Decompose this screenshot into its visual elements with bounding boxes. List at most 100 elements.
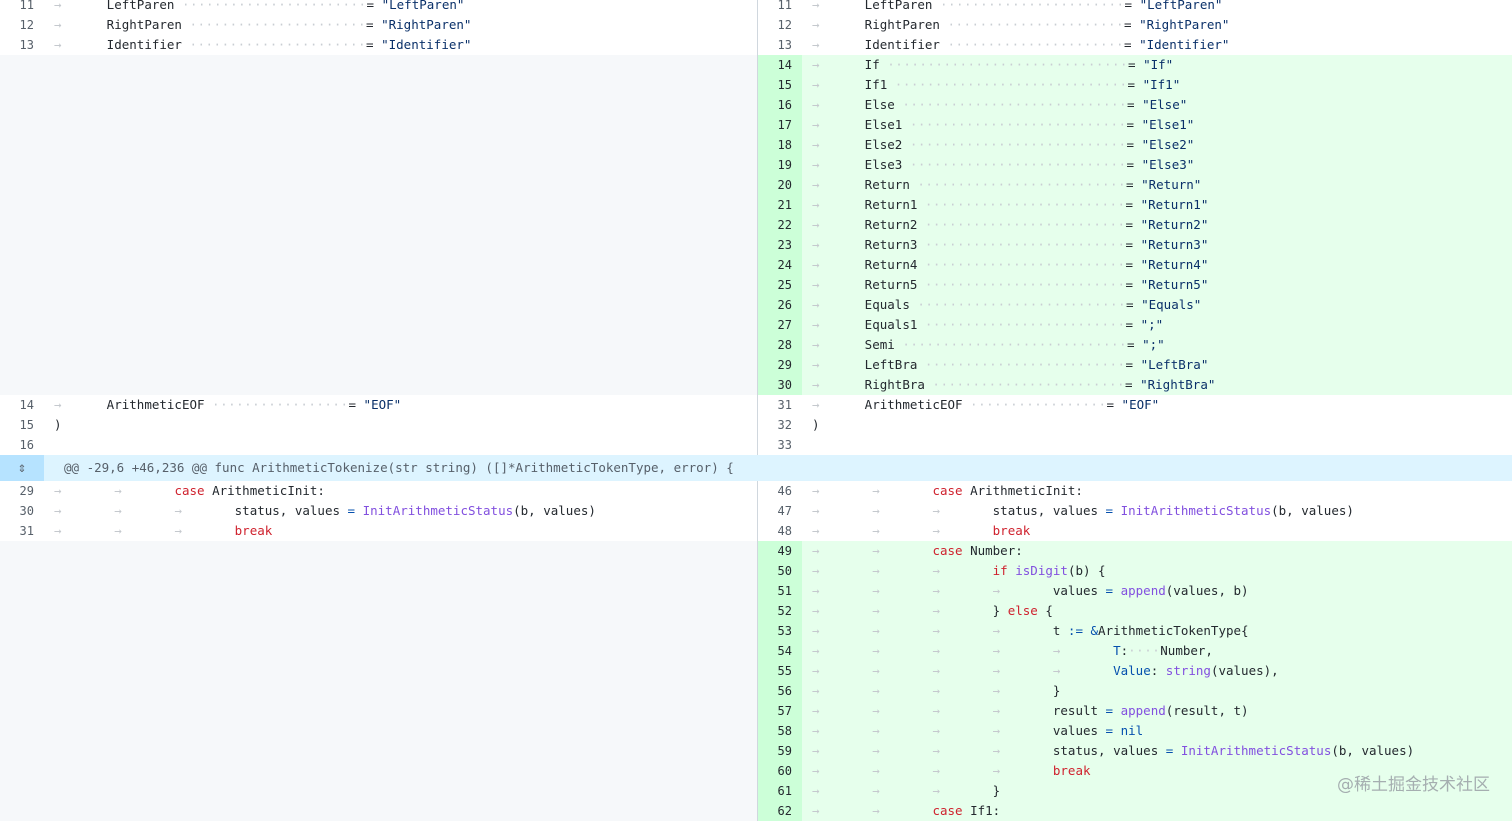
line-number[interactable]: 26 (758, 295, 802, 315)
code-token: Return (819, 177, 918, 192)
diff-row: 57 → → → → result = append(result, t) (0, 701, 1512, 721)
diff-row: 27 → Equals1 ·························= "… (0, 315, 1512, 335)
line-number[interactable]: 28 (758, 335, 802, 355)
line-number[interactable]: 46 (758, 481, 802, 501)
code-token: Equals (819, 297, 918, 312)
line-number[interactable]: 25 (758, 275, 802, 295)
line-number[interactable]: 12 (0, 15, 44, 35)
line-number[interactable]: 12 (758, 15, 802, 35)
right-code-cell: 14 → If ······························= "… (758, 55, 1512, 75)
right-code-cell: 12 → RightParen ······················= "… (758, 15, 1512, 35)
code-token: = (1127, 97, 1143, 112)
code-token: = (1126, 157, 1142, 172)
code-token: = (1126, 297, 1142, 312)
line-number[interactable]: 18 (758, 135, 802, 155)
line-number[interactable]: 31 (0, 521, 44, 541)
line-number[interactable]: 58 (758, 721, 802, 741)
code-token: (values), (1210, 663, 1279, 678)
code-token: Else (819, 97, 903, 112)
line-number[interactable]: 61 (758, 781, 802, 801)
line-number[interactable]: 15 (758, 75, 802, 95)
code-line: → Else1 ···························= "El… (812, 115, 1194, 135)
line-number[interactable]: 49 (758, 541, 802, 561)
line-number[interactable]: 21 (758, 195, 802, 215)
left-code-cell (0, 275, 758, 295)
code-token: } (939, 783, 1001, 798)
left-code-cell: 16 (0, 435, 758, 455)
right-code-cell: 33 (758, 435, 1512, 455)
right-code-cell: 50 → → → if isDigit(b) { (758, 561, 1512, 581)
code-token: "Identifier" (381, 37, 472, 52)
line-number[interactable]: 53 (758, 621, 802, 641)
line-number[interactable]: 50 (758, 561, 802, 581)
line-number[interactable]: 16 (758, 95, 802, 115)
code-line: → → → → → T:····Number, (812, 641, 1213, 661)
code-line: → RightParen ······················= "Ri… (54, 15, 471, 35)
line-number[interactable]: 51 (758, 581, 802, 601)
line-number[interactable]: 27 (758, 315, 802, 335)
line-number[interactable]: 30 (0, 501, 44, 521)
left-code-cell (0, 701, 758, 721)
line-number[interactable]: 14 (0, 395, 44, 415)
left-code-cell (0, 295, 758, 315)
code-token: = (1125, 257, 1141, 272)
code-token: Identifier (61, 37, 190, 52)
line-number[interactable]: 30 (758, 375, 802, 395)
expand-vertical-icon[interactable]: ⇕ (0, 455, 44, 481)
line-number[interactable]: 13 (758, 35, 802, 55)
code-token: nil (1120, 723, 1144, 738)
left-code-cell (0, 235, 758, 255)
line-number[interactable]: 20 (758, 175, 802, 195)
line-number[interactable]: 17 (758, 115, 802, 135)
line-number[interactable]: 13 (0, 35, 44, 55)
line-number[interactable]: 24 (758, 255, 802, 275)
code-token: = (1126, 177, 1142, 192)
line-number[interactable]: 22 (758, 215, 802, 235)
line-number[interactable]: 29 (0, 481, 44, 501)
code-token: ························· (924, 357, 1126, 372)
line-number[interactable]: 29 (758, 355, 802, 375)
tab-arrow-icon: → (872, 483, 880, 498)
code-token: = (1126, 137, 1142, 152)
line-number[interactable]: 55 (758, 661, 802, 681)
line-number[interactable]: 54 (758, 641, 802, 661)
code-token: Else1 (819, 117, 910, 132)
tab-arrow-icon: → (812, 397, 820, 412)
line-number[interactable]: 31 (758, 395, 802, 415)
line-number[interactable]: 60 (758, 761, 802, 781)
line-number[interactable]: 62 (758, 801, 802, 821)
line-number[interactable]: 11 (758, 0, 802, 15)
line-number[interactable]: 33 (758, 435, 802, 455)
right-code-cell: 48 → → → break (758, 521, 1512, 541)
line-number[interactable]: 23 (758, 235, 802, 255)
tab-arrow-icon: → (812, 0, 820, 12)
code-token: "LeftParen" (381, 0, 465, 12)
right-code-cell: 21 → Return1 ·························= "… (758, 195, 1512, 215)
tab-arrow-icon: → (872, 623, 880, 638)
line-number[interactable]: 15 (0, 415, 44, 435)
tab-arrow-icon: → (932, 563, 940, 578)
diff-row: 58 → → → → values = nil (0, 721, 1512, 741)
diff-row: 15) 32) (0, 415, 1512, 435)
line-number[interactable]: 59 (758, 741, 802, 761)
line-number[interactable]: 52 (758, 601, 802, 621)
line-number[interactable]: 11 (0, 0, 44, 15)
line-number[interactable]: 19 (758, 155, 802, 175)
code-line: → → case ArithmeticInit: (54, 481, 325, 501)
line-number[interactable]: 48 (758, 521, 802, 541)
left-code-cell (0, 155, 758, 175)
line-number[interactable]: 32 (758, 415, 802, 435)
right-code-cell: 23 → Return3 ·························= "… (758, 235, 1512, 255)
code-token: "Else1" (1141, 117, 1195, 132)
watermark: @稀土掘金技术社区 (1337, 775, 1490, 795)
line-number[interactable]: 14 (758, 55, 802, 75)
line-number[interactable]: 56 (758, 681, 802, 701)
line-number[interactable]: 47 (758, 501, 802, 521)
code-line: → → → → values = nil (812, 721, 1143, 741)
line-number[interactable]: 16 (0, 435, 44, 455)
line-number[interactable]: 57 (758, 701, 802, 721)
